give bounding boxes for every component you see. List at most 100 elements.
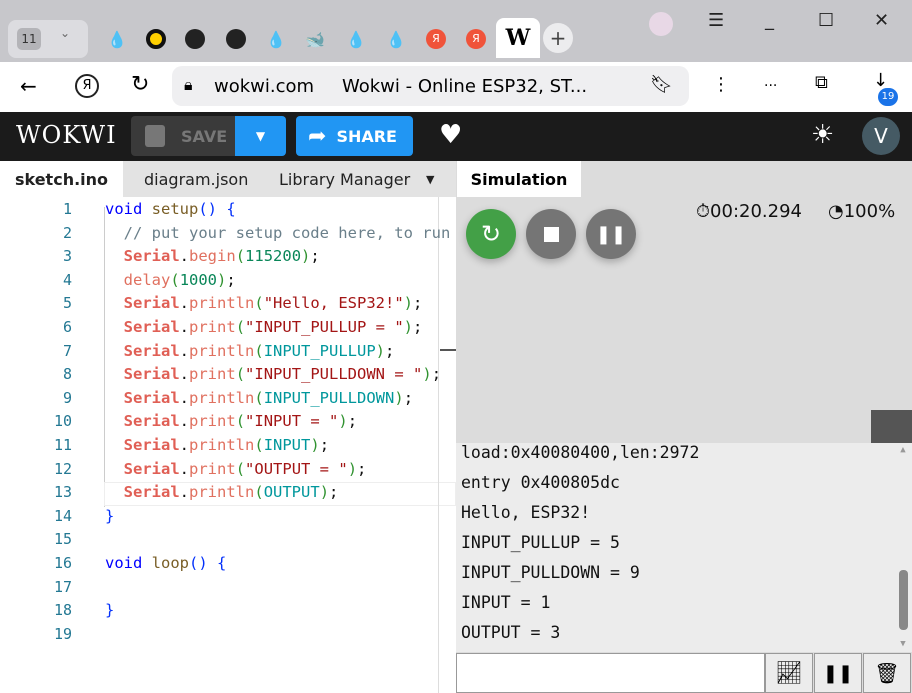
line-number: 9 <box>62 388 72 407</box>
floppy-icon <box>145 125 165 147</box>
code-token: ) <box>310 436 320 454</box>
code-token: ( <box>254 294 264 313</box>
minimize-icon[interactable]: _ <box>765 10 774 31</box>
back-icon[interactable]: ← <box>20 74 37 98</box>
code-token: ) <box>375 341 386 360</box>
browser-tab-bar: 11 ⌄ 💧 💧 🐋 💧 💧 Я Я W + ☰ _ ☐ ✕ <box>0 0 912 62</box>
code-token: ( <box>254 483 264 502</box>
code-token: ( <box>254 388 264 407</box>
browser-tab[interactable]: 💧 <box>341 24 371 54</box>
code-token: void <box>105 554 143 572</box>
extensions-icon[interactable]: ⧉ <box>815 72 828 93</box>
line-number: 10 <box>53 412 72 431</box>
code-token: ( <box>254 341 264 360</box>
code-token: . <box>179 318 190 336</box>
code-token: . <box>179 341 190 360</box>
code-token: () { <box>189 554 227 572</box>
pause-button[interactable]: ❚❚ <box>586 209 636 259</box>
browser-tab[interactable]: 💧 <box>381 24 411 54</box>
save-button[interactable]: SAVE <box>131 116 235 156</box>
scroll-down-icon[interactable]: ▼ <box>897 639 909 649</box>
pause-icon: ❚❚ <box>822 662 854 684</box>
code-token: "INPUT = " <box>245 412 339 431</box>
code-token: ) <box>319 483 330 502</box>
code-token: "OUTPUT = " <box>245 459 348 478</box>
restart-button[interactable]: ↻ <box>466 209 516 259</box>
avatar[interactable]: V <box>862 117 900 155</box>
profile-icon[interactable] <box>649 12 673 36</box>
reload-icon[interactable]: ↻ <box>131 72 149 97</box>
scrollbar[interactable]: ▲ ▼ <box>897 445 909 649</box>
serial-input[interactable] <box>456 653 765 693</box>
share-label: SHARE <box>336 126 397 146</box>
code-line: Serial.println("Hello, ESP32!"); <box>105 294 423 313</box>
menu-icon[interactable]: ☰ <box>708 10 724 31</box>
yandex-icon[interactable]: Я <box>75 74 99 98</box>
timer: ⏱00:20.294 <box>696 201 802 222</box>
console-line: INPUT_PULLDOWN = 9 <box>461 563 640 582</box>
console-line: load:0x40080400,len:2972 <box>461 443 700 462</box>
bookmark-icon[interactable]: 🔖︎ <box>650 74 673 95</box>
maximize-icon[interactable]: ☐ <box>818 10 834 31</box>
tab-group[interactable]: 11 ⌄ <box>8 20 88 58</box>
tab-library-manager[interactable]: Library Manager <box>279 161 410 197</box>
more-icon[interactable]: ⋮ <box>712 74 730 95</box>
browser-tab[interactable]: 💧 <box>261 24 291 54</box>
code-token: ( <box>254 436 264 454</box>
code-editor[interactable]: 1 void setup() {2 // put your setup code … <box>0 197 456 693</box>
browser-tab[interactable] <box>180 24 210 54</box>
code-token: ) <box>394 388 404 407</box>
overflow-button[interactable]: ... <box>764 74 777 90</box>
serial-monitor-output[interactable]: ▲ ▼ load:0x40080400,len:2972 entry 0x4008… <box>456 443 912 652</box>
save-dropdown-button[interactable]: ▼ <box>235 116 286 156</box>
close-icon[interactable]: ✕ <box>874 10 889 31</box>
browser-tab-active[interactable]: W <box>496 18 540 58</box>
code-token: ) <box>301 247 311 266</box>
chevron-down-icon[interactable]: ⌄ <box>60 26 70 40</box>
code-token: ; <box>403 388 414 407</box>
scrollbar-thumb[interactable] <box>899 570 908 630</box>
code-token: ; <box>413 318 423 336</box>
tab-sketch-ino[interactable]: sketch.ino <box>0 161 123 197</box>
tab-diagram-json[interactable]: diagram.json <box>144 161 248 197</box>
code-token: delay <box>123 270 171 289</box>
code-token: println <box>189 436 255 454</box>
code-token: OUTPUT <box>263 483 320 502</box>
browser-tab[interactable]: Я <box>421 24 451 54</box>
line-number: 14 <box>53 506 72 525</box>
code-line: Serial.println(OUTPUT); <box>105 483 339 502</box>
new-tab-button[interactable]: + <box>543 23 573 53</box>
tabs-dropdown-icon[interactable]: ▼ <box>426 161 434 197</box>
brightness-icon[interactable]: ☀ <box>811 120 834 150</box>
share-button[interactable]: ➦ SHARE <box>296 116 413 156</box>
pause-output-button[interactable]: ❚❚ <box>814 653 862 693</box>
speedometer-icon: ◔ <box>828 201 844 222</box>
browser-tab[interactable] <box>141 24 171 54</box>
tab-simulation[interactable]: Simulation <box>457 161 581 197</box>
heart-icon[interactable]: ♥ <box>439 120 462 150</box>
plotter-button[interactable]: 📈︎ <box>765 653 813 693</box>
console-line: INPUT_PULLUP = 5 <box>461 533 620 552</box>
clear-button[interactable]: 🗑︎ <box>863 653 911 693</box>
code-token: print <box>189 459 236 478</box>
browser-tab[interactable]: 🐋 <box>300 24 330 54</box>
url-text: wokwi.com <box>214 76 315 97</box>
minimap-indicator <box>440 349 456 351</box>
url-field[interactable]: 🔒︎ wokwi.com Wokwi - Online ESP32, ST...… <box>172 66 689 106</box>
stop-button[interactable] <box>526 209 576 259</box>
scroll-up-icon[interactable]: ▲ <box>897 445 909 455</box>
browser-tab[interactable]: Я <box>461 24 491 54</box>
browser-tab[interactable] <box>221 24 251 54</box>
code-token: Serial <box>123 341 180 360</box>
address-bar: ← Я ↻ 🔒︎ wokwi.com Wokwi - Online ESP32,… <box>0 62 912 112</box>
code-token: ) <box>403 294 414 313</box>
waveform-icon[interactable] <box>871 410 912 443</box>
browser-tab[interactable]: 💧 <box>102 24 132 54</box>
code-line: void setup() { <box>105 200 236 218</box>
code-line: Serial.print("INPUT_PULLDOWN = "); <box>105 365 441 383</box>
code-line: Serial.print("INPUT_PULLUP = "); <box>105 318 423 336</box>
